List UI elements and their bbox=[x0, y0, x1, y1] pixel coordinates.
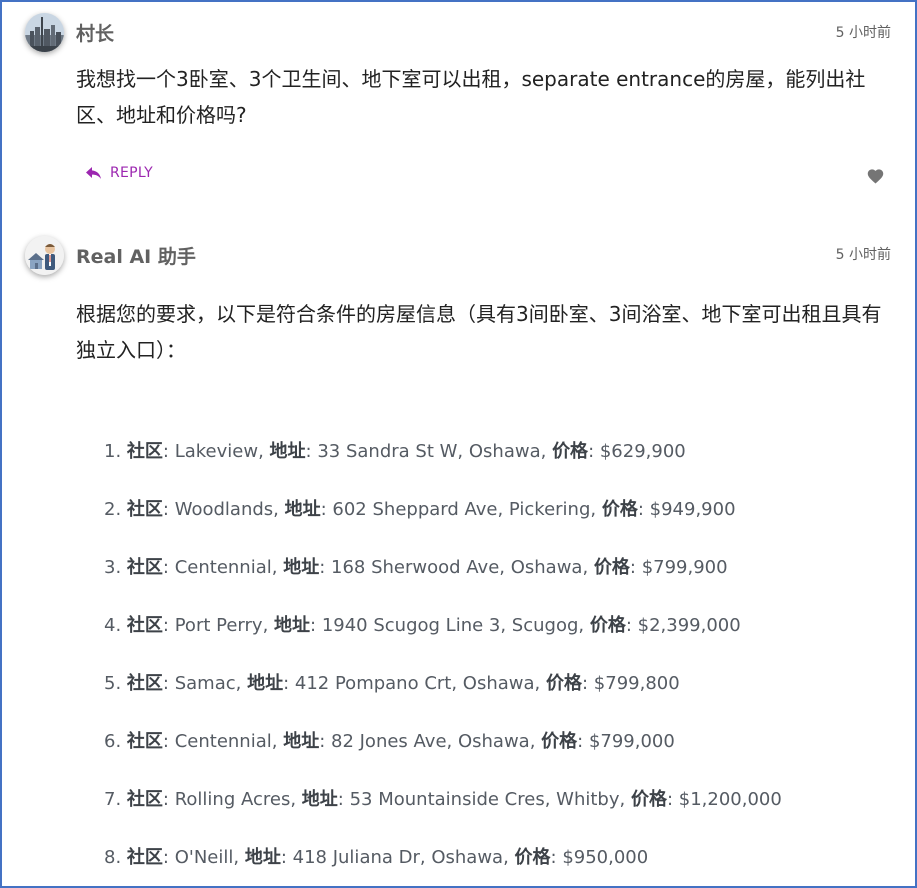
list-item: 4. 社区: Port Perry, 地址: 1940 Scugog Line … bbox=[104, 615, 741, 636]
list-item: 8. 社区: O'Neill, 地址: 418 Juliana Dr, Osha… bbox=[104, 847, 649, 868]
comment-text: 我想找一个3卧室、3个卫生间、地下室可以出租，separate entrance… bbox=[76, 67, 866, 127]
agent-with-house-avatar[interactable] bbox=[25, 236, 64, 275]
list-item: 3. 社区: Centennial, 地址: 168 Sherwood Ave,… bbox=[104, 557, 728, 578]
author-name[interactable]: 村长 bbox=[76, 19, 114, 46]
comment-thread: 村长 5 小时前 我想找一个3卧室、3个卫生间、地下室可以出租，separate… bbox=[0, 0, 917, 888]
response-intro: 根据您的要求，以下是符合条件的房屋信息（具有3间卧室、3间浴室、地下室可出租且具… bbox=[76, 302, 882, 362]
city-skyline-avatar[interactable] bbox=[25, 13, 64, 52]
post-timestamp: 5 小时前 bbox=[835, 247, 891, 263]
list-item: 1. 社区: Lakeview, 地址: 33 Sandra St W, Osh… bbox=[104, 441, 686, 462]
list-item: 6. 社区: Centennial, 地址: 82 Jones Ave, Osh… bbox=[104, 731, 675, 752]
reply-arrow-icon bbox=[86, 167, 101, 179]
like-button[interactable] bbox=[866, 167, 885, 188]
list-item: 2. 社区: Woodlands, 地址: 602 Sheppard Ave, … bbox=[104, 499, 736, 520]
author-name[interactable]: Real AI 助手 bbox=[76, 242, 196, 269]
reply-button[interactable]: REPLY bbox=[85, 165, 153, 181]
list-item: 5. 社区: Samac, 地址: 412 Pompano Crt, Oshaw… bbox=[104, 673, 680, 694]
post-timestamp: 5 小时前 bbox=[835, 25, 891, 41]
reply-label: REPLY bbox=[110, 165, 154, 181]
heart-icon bbox=[867, 169, 884, 184]
listing-list: 1. 社区: Lakeview, 地址: 33 Sandra St W, Osh… bbox=[104, 434, 782, 886]
list-item: 7. 社区: Rolling Acres, 地址: 53 Mountainsid… bbox=[104, 789, 782, 810]
